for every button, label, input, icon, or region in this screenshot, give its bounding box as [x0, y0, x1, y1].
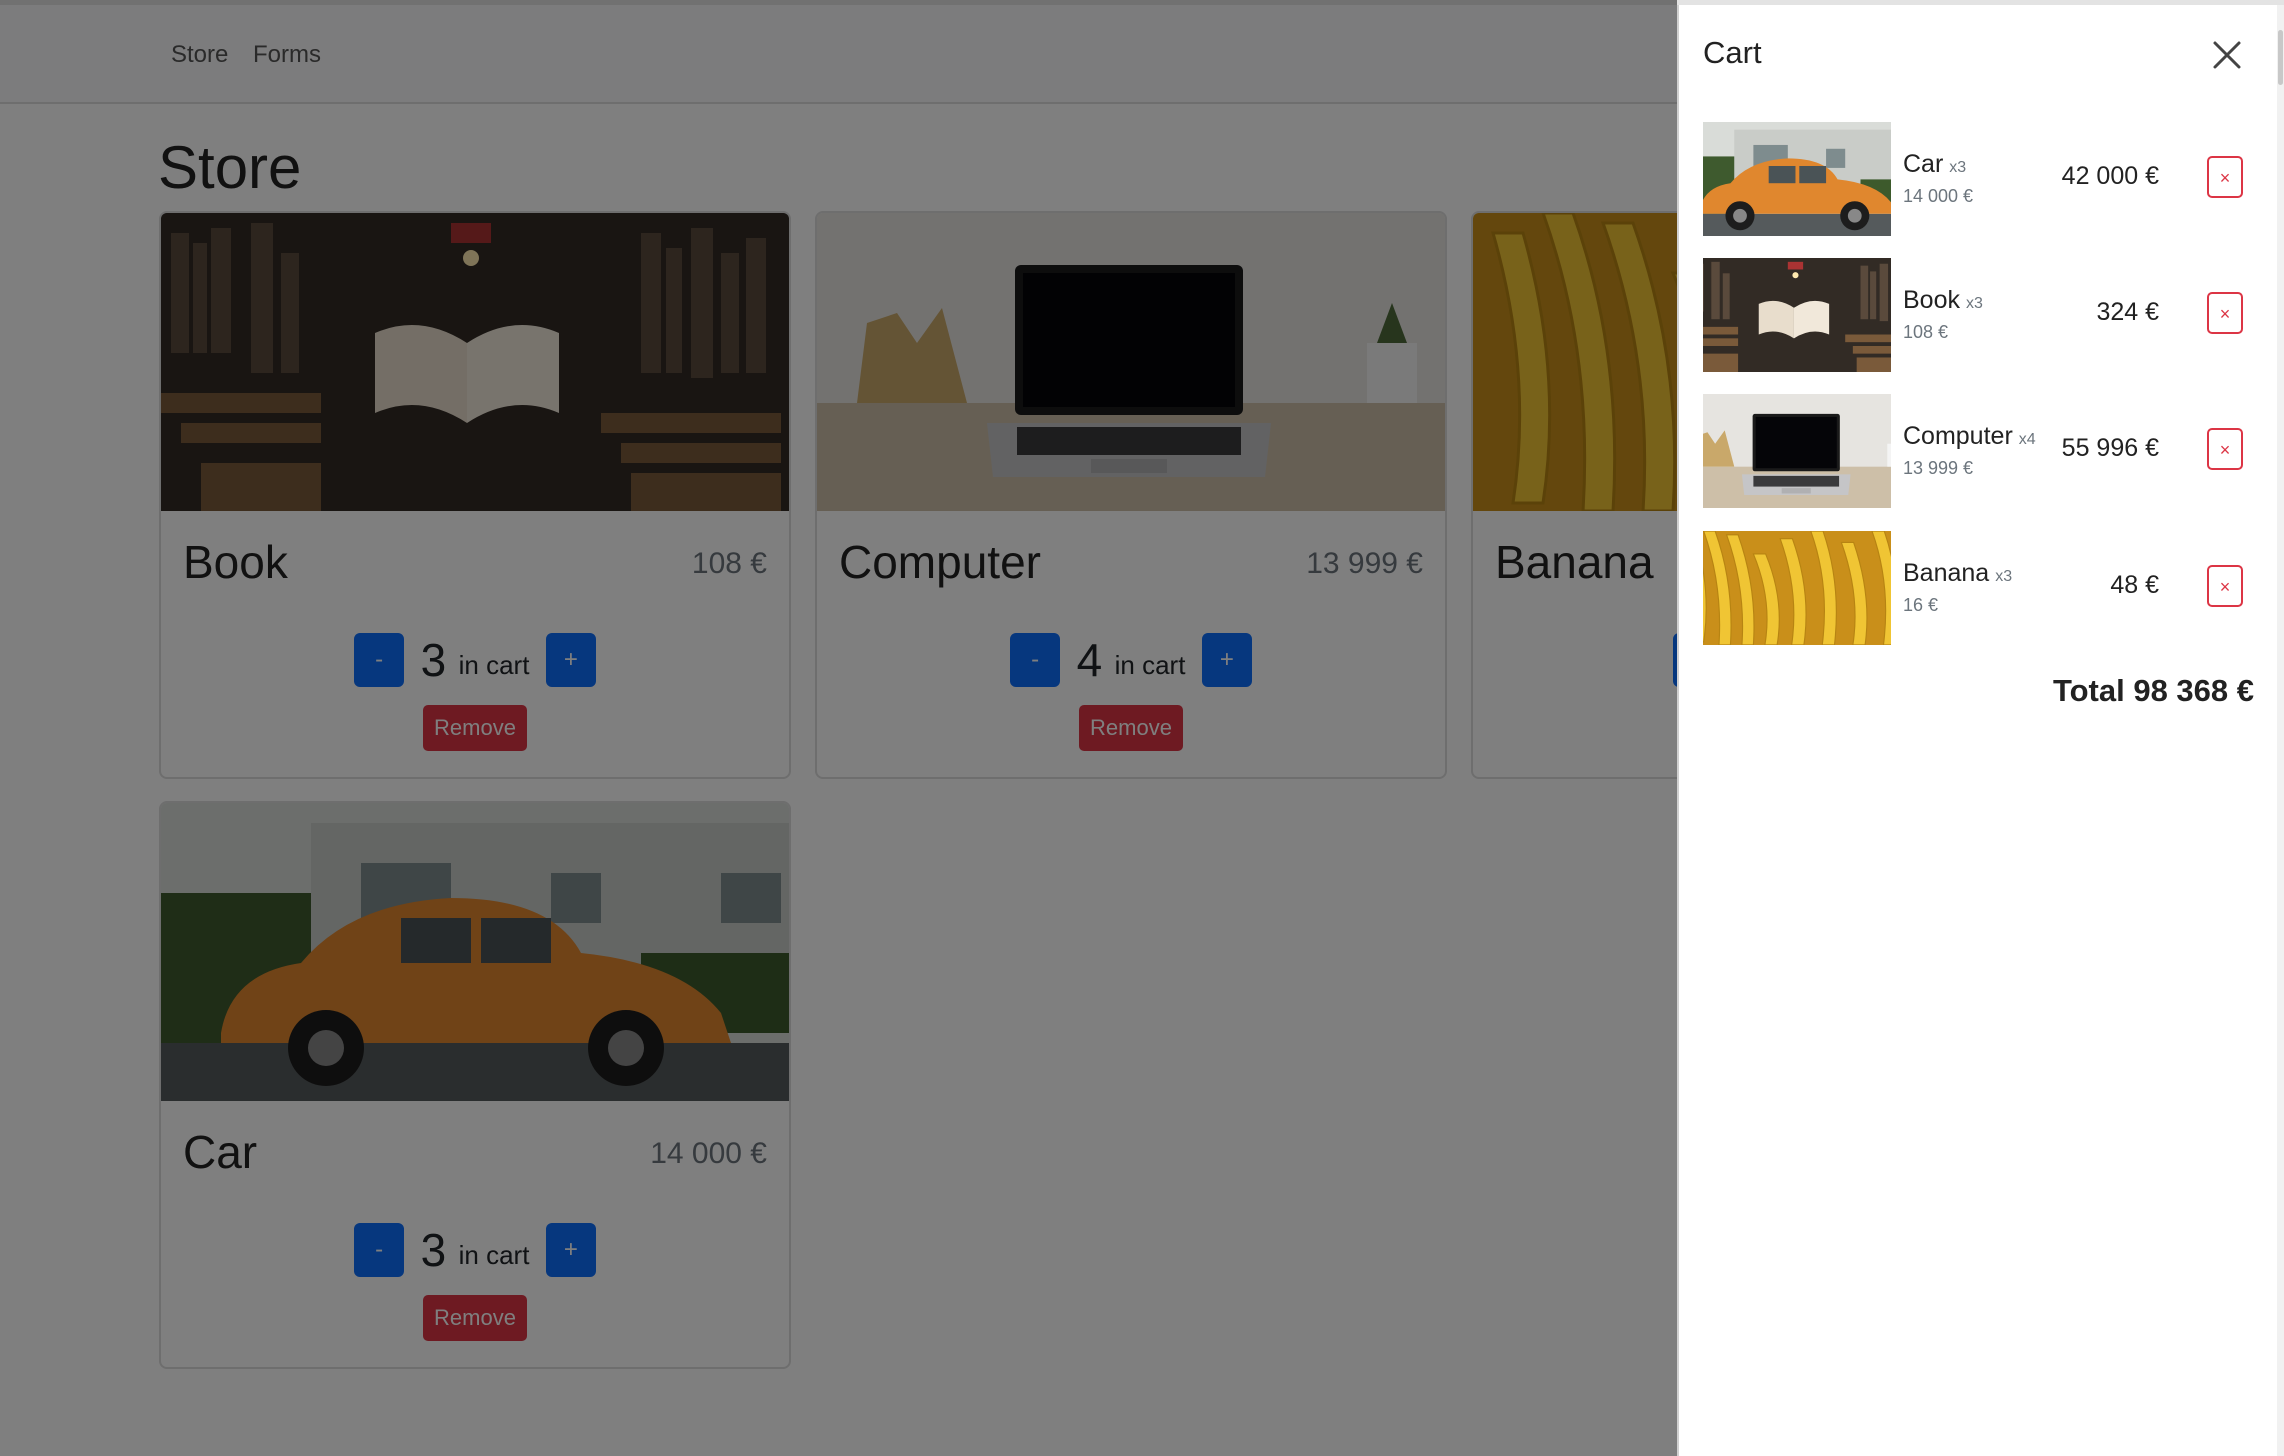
backdrop-overlay[interactable]: [0, 0, 1677, 1456]
cart-item-thumbnail: [1703, 258, 1891, 372]
cart-item-car: Car x3 14 000 € 42 000 € ×: [1703, 122, 2253, 236]
cart-panel: Cart Car x3 14 000 € 42 000 € × Book x3 10…: [1677, 5, 2279, 1456]
cart-item-remove-button[interactable]: ×: [2207, 156, 2243, 198]
cart-item-remove-button[interactable]: ×: [2207, 428, 2243, 470]
cart-item-thumbnail: [1703, 531, 1891, 645]
cart-item-name: Book x3: [1903, 286, 1983, 314]
cart-item-name: Banana x3: [1903, 559, 2013, 587]
cart-item-thumbnail: [1703, 394, 1891, 508]
cart-item-thumbnail: [1703, 122, 1891, 236]
cart-item-name: Car x3: [1903, 150, 1967, 178]
cart-item-book: Book x3 108 € 324 € ×: [1703, 258, 2253, 372]
cart-item-unit-price: 14 000 €: [1903, 186, 1974, 206]
close-icon[interactable]: [2207, 35, 2247, 75]
cart-item-qty: x3: [1949, 159, 1967, 176]
cart-item-unit-price: 108 €: [1903, 322, 1949, 342]
cart-item-total: 48 €: [2110, 571, 2159, 599]
cart-item-banana: Banana x3 16 € 48 € ×: [1703, 531, 2253, 645]
cart-item-unit-price: 16 €: [1903, 595, 1939, 615]
cart-title: Cart: [1703, 35, 1762, 70]
cart-item-remove-button[interactable]: ×: [2207, 565, 2243, 607]
cart-item-remove-button[interactable]: ×: [2207, 292, 2243, 334]
cart-item-qty: x3: [1965, 295, 1983, 312]
cart-item-qty: x3: [1995, 568, 2013, 585]
cart-item-unit-price: 13 999 €: [1903, 458, 1974, 478]
cart-total: Total 98 368 €: [2052, 673, 2254, 708]
cart-item-computer: Computer x4 13 999 € 55 996 € ×: [1703, 394, 2253, 508]
cart-item-total: 324 €: [2096, 298, 2159, 326]
scrollbar-track[interactable]: [2277, 5, 2284, 1456]
cart-item-total: 55 996 €: [2061, 434, 2159, 462]
cart-item-qty: x4: [2018, 431, 2036, 448]
cart-item-total: 42 000 €: [2061, 162, 2159, 190]
cart-item-name: Computer x4: [1903, 422, 2036, 450]
scrollbar-thumb[interactable]: [2278, 30, 2283, 85]
